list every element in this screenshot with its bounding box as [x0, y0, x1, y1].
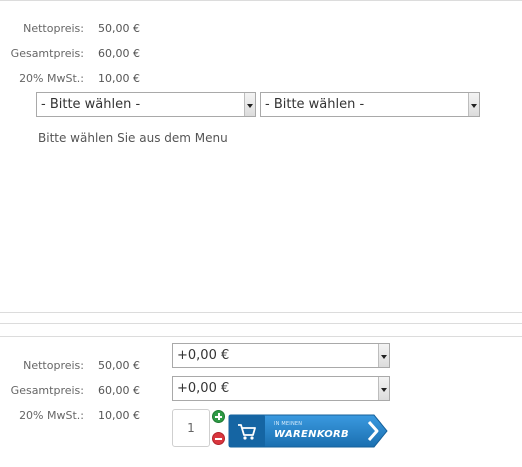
- option-select-1[interactable]: +0,00 €: [172, 343, 390, 368]
- section-divider: [0, 323, 522, 324]
- dropdown-arrow-icon[interactable]: [468, 93, 479, 116]
- gesamt-price-value: 60,00 €: [98, 47, 140, 60]
- dropdown-arrow-icon[interactable]: [244, 93, 255, 116]
- variant-select-1-value: - Bitte wählen -: [41, 97, 141, 112]
- gesamt-price-value: 60,00 €: [98, 384, 140, 397]
- netto-price-label: Nettopreis:: [23, 22, 84, 35]
- dropdown-arrow-icon[interactable]: [378, 344, 389, 367]
- option-select-2[interactable]: +0,00 €: [172, 376, 390, 401]
- mwst-label: 20% MwSt.:: [19, 409, 84, 422]
- variant-select-2-value: - Bitte wählen -: [265, 97, 365, 112]
- variant-select-2[interactable]: - Bitte wählen -: [260, 92, 480, 117]
- mwst-label: 20% MwSt.:: [19, 72, 84, 85]
- section-divider: [0, 336, 522, 337]
- netto-price-value: 50,00 €: [98, 359, 140, 372]
- section-divider: [0, 312, 522, 313]
- netto-price-label: Nettopreis:: [23, 359, 84, 372]
- select-hint-text: Bitte wählen Sie aus dem Menu: [38, 131, 228, 145]
- mwst-value: 10,00 €: [98, 409, 140, 422]
- variant-select-1[interactable]: - Bitte wählen -: [36, 92, 256, 117]
- dropdown-arrow-icon[interactable]: [378, 377, 389, 400]
- mwst-value: 10,00 €: [98, 72, 140, 85]
- quantity-input[interactable]: 1: [172, 409, 210, 447]
- minus-icon[interactable]: [212, 432, 225, 445]
- top-divider: [0, 0, 522, 1]
- cart-button-small-text: IN MEINEN: [274, 421, 303, 427]
- gesamt-price-label: Gesamtpreis:: [10, 47, 84, 60]
- netto-price-value: 50,00 €: [98, 22, 140, 35]
- option-select-2-value: +0,00 €: [177, 381, 230, 396]
- add-to-cart-button[interactable]: IN MEINEN WARENKORB: [228, 414, 388, 448]
- option-select-1-value: +0,00 €: [177, 348, 230, 363]
- gesamt-price-label: Gesamtpreis:: [10, 384, 84, 397]
- plus-icon[interactable]: [212, 410, 225, 423]
- cart-button-label: WARENKORB: [274, 429, 349, 440]
